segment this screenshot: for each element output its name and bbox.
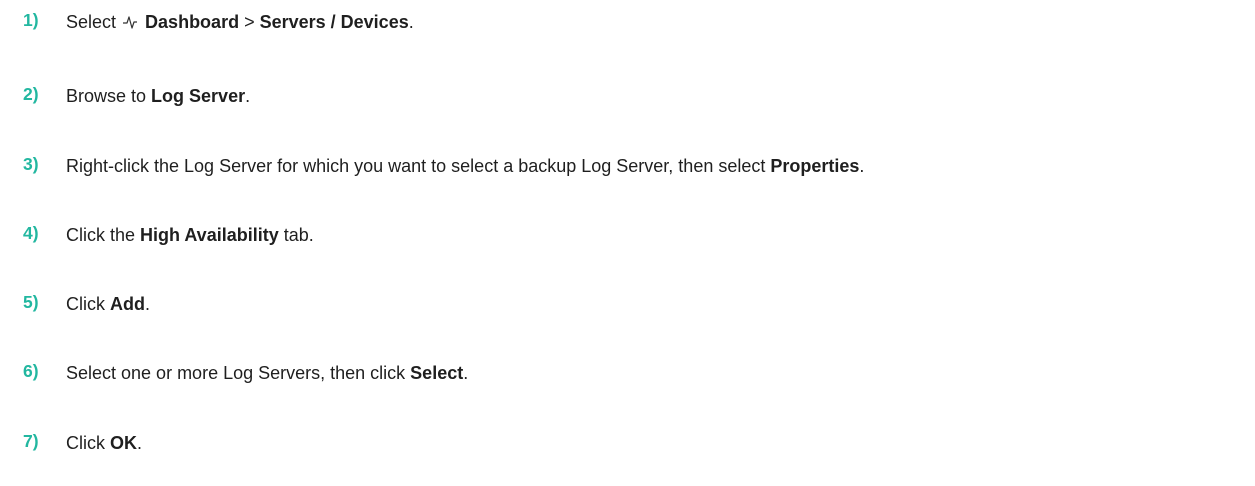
step-text: Click Add. bbox=[66, 293, 150, 315]
ui-term: Properties bbox=[770, 156, 860, 176]
procedure-steps: 1) Select Dashboard > Servers / Devices. 2… bbox=[0, 0, 1255, 486]
step-2: 2) Browse to Log Server. bbox=[0, 83, 1255, 113]
step-text-run: Select one or more Log Servers, then cli… bbox=[66, 363, 411, 383]
step-1: 1) Select Dashboard > Servers / Devices. bbox=[0, 9, 1255, 39]
step-text-run: Click bbox=[66, 294, 110, 314]
step-text: Browse to Log Server. bbox=[66, 85, 250, 107]
ui-term: OK bbox=[110, 433, 137, 453]
ui-term: High Availability bbox=[140, 225, 279, 245]
step-text-run: . bbox=[859, 156, 865, 176]
step-text-run: tab. bbox=[278, 225, 314, 245]
ui-term: Select bbox=[410, 363, 464, 383]
step-6: 6) Select one or more Log Servers, then c… bbox=[0, 360, 1255, 390]
step-text-run: Browse to bbox=[66, 86, 152, 106]
step-text: Right-click the Log Server for which you… bbox=[66, 155, 864, 177]
step-number: 4) bbox=[23, 223, 39, 243]
step-text-run: . bbox=[463, 363, 469, 383]
step-number: 6) bbox=[23, 361, 39, 381]
step-text: Select one or more Log Servers, then cli… bbox=[66, 362, 468, 384]
step-number: 7) bbox=[23, 431, 39, 451]
step-text: Select Dashboard > Servers / Devices. bbox=[66, 11, 414, 33]
step-4: 4) Click the High Availability tab. bbox=[0, 222, 1255, 252]
step-text-run: Click bbox=[66, 433, 110, 453]
step-text-run: Select bbox=[66, 12, 122, 32]
ui-term: Servers / Devices bbox=[259, 12, 409, 32]
step-5: 5) Click Add. bbox=[0, 291, 1255, 321]
step-text: Click OK. bbox=[66, 432, 142, 454]
ui-term: Add bbox=[110, 294, 145, 314]
step-text-run: > bbox=[239, 12, 260, 32]
step-text-run: . bbox=[145, 294, 151, 314]
step-3: 3) Right-click the Log Server for which y… bbox=[0, 153, 1255, 183]
dashboard-icon bbox=[122, 13, 138, 29]
step-text-run: . bbox=[245, 86, 251, 106]
step-number: 1) bbox=[23, 10, 39, 30]
ui-term: Dashboard bbox=[145, 12, 240, 32]
step-number: 2) bbox=[23, 84, 39, 104]
step-text-run: Right-click the Log Server for which you… bbox=[66, 156, 771, 176]
step-text-run: . bbox=[137, 433, 143, 453]
step-7: 7) Click OK. bbox=[0, 430, 1255, 460]
step-number: 3) bbox=[23, 154, 39, 174]
ui-term: Log Server bbox=[151, 86, 246, 106]
step-text: Click the High Availability tab. bbox=[66, 224, 314, 246]
step-number: 5) bbox=[23, 292, 39, 312]
step-text-run: . bbox=[408, 12, 414, 32]
step-text-run: Click the bbox=[66, 225, 141, 245]
